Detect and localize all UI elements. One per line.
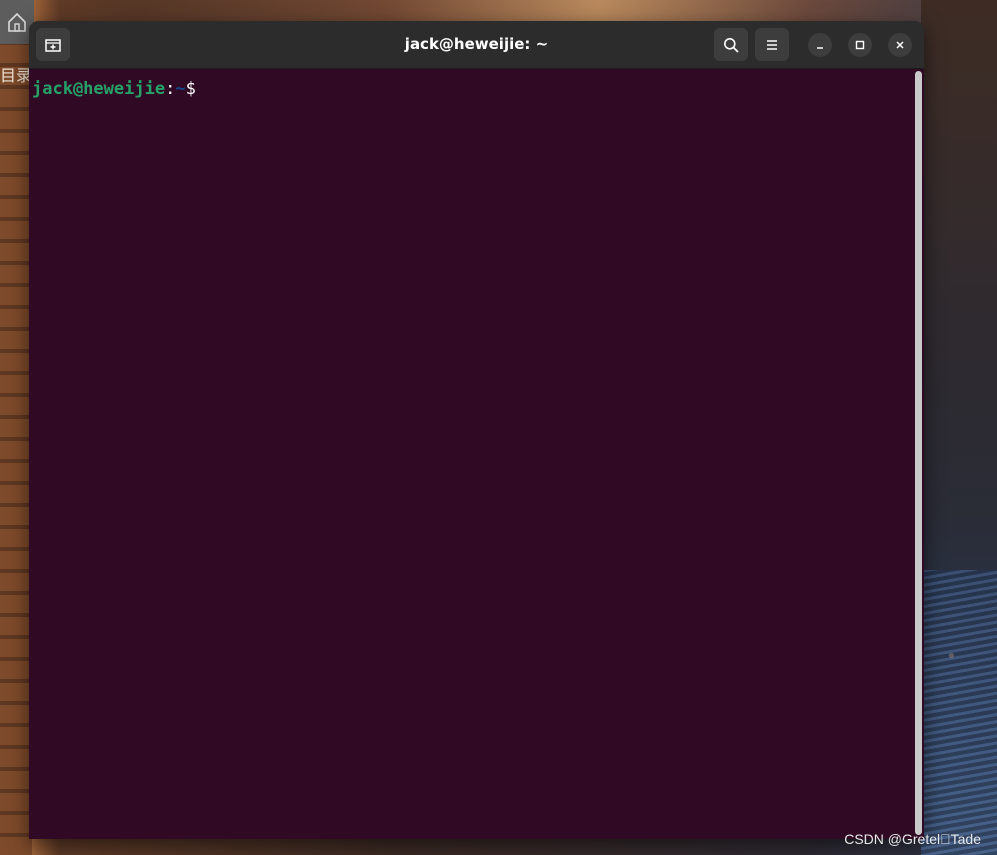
prompt-line: jack@heweijie:~$ [32,78,906,100]
titlebar: jack@heweijie: ~ [29,21,924,69]
scrollbar-thumb[interactable] [915,71,922,835]
minimize-button[interactable] [808,33,832,57]
window-title: jack@heweijie: ~ [404,35,549,53]
home-glyph-icon [8,12,26,32]
watermark: CSDN @Gretel Tade [844,831,981,847]
prompt-separator: : [165,79,176,99]
terminal-output[interactable]: jack@heweijie:~$ [29,69,909,839]
new-tab-button[interactable] [36,28,70,61]
hamburger-menu-icon [767,39,777,50]
close-icon [896,41,904,49]
wallpaper-water [921,570,997,855]
search-icon [724,37,739,52]
prompt-symbol: $ [185,79,196,99]
minimize-icon [817,47,823,49]
wallpaper-left-wall [0,0,32,855]
search-button[interactable] [714,28,748,61]
new-tab-icon [45,38,61,52]
terminal-window: jack@heweijie: ~ jack@heweijie:~$ [29,21,924,839]
menu-button[interactable] [755,28,789,61]
scrollbar[interactable] [915,71,922,835]
side-label: 目录 [0,66,33,85]
prompt-user-host: jack@heweijie [32,79,166,99]
maximize-button[interactable] [848,33,872,57]
maximize-icon [855,40,865,50]
close-button[interactable] [888,33,912,57]
prompt-directory: ~ [175,79,186,99]
